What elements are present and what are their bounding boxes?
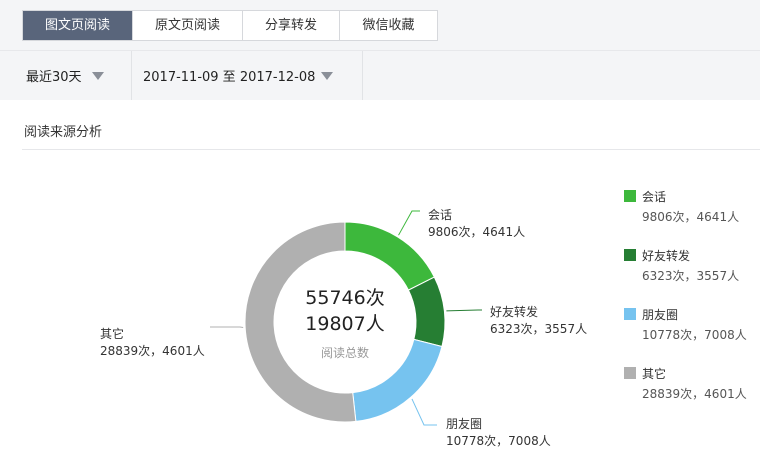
tabs-bar: 图文页阅读 原文页阅读 分享转发 微信收藏 — [0, 0, 760, 50]
legend-name: 朋友圈 — [642, 308, 679, 322]
chevron-down-icon — [91, 71, 104, 80]
legend-name: 会话 — [642, 190, 667, 204]
callout-name-4: 其它 — [100, 326, 124, 341]
chart-legend: 会话 9806次，4641人 好友转发 6323次，3557人 朋友圈 10778次，70… — [624, 186, 747, 422]
tab-article-page-read[interactable]: 图文页阅读 — [23, 11, 133, 40]
legend-swatch — [624, 190, 636, 202]
chevron-down-icon — [321, 71, 334, 80]
callout-name-1: 会话 — [428, 208, 452, 222]
callout-name-3: 朋友圈 — [446, 417, 482, 431]
callout-line-3 — [411, 398, 437, 426]
callout-name-2: 好友转发 — [490, 304, 538, 319]
legend-value: 9806次，4641人 — [642, 210, 740, 224]
legend-swatch — [624, 249, 636, 261]
legend-name: 好友转发 — [642, 249, 691, 263]
callout-value-2: 6323次，3557人 — [490, 322, 587, 336]
filter-bar: 最近30天 2017-11-09 至 2017-12-08 — [0, 50, 760, 100]
range-select[interactable]: 最近30天 — [26, 51, 104, 100]
legend-name: 其它 — [642, 367, 667, 381]
filter-divider — [362, 51, 363, 100]
legend-value: 10778次，7008人 — [642, 328, 747, 342]
date-range-select[interactable]: 2017-11-09 至 2017-12-08 — [143, 51, 334, 100]
callout-line-2 — [446, 309, 482, 312]
section-title: 阅读来源分析 — [24, 125, 103, 140]
legend-item-3[interactable]: 朋友圈 10778次，7008人 — [624, 304, 747, 363]
center-caption: 阅读总数 — [321, 345, 369, 360]
donut-slice-2[interactable] — [407, 276, 446, 348]
center-total-people: 19807人 — [305, 313, 384, 335]
callout-line-4 — [210, 326, 244, 329]
tab-original-page-read[interactable]: 原文页阅读 — [133, 11, 243, 40]
center-total-times: 55746次 — [305, 287, 384, 309]
legend-item-2[interactable]: 好友转发 6323次，3557人 — [624, 245, 747, 304]
range-select-label: 最近30天 — [26, 70, 82, 85]
callout-value-3: 10778次，7008人 — [446, 434, 551, 448]
donut-slice-1[interactable] — [344, 221, 436, 291]
legend-value: 28839次，4601人 — [642, 387, 747, 401]
tab-share-forward[interactable]: 分享转发 — [243, 11, 340, 40]
tab-wechat-favorites[interactable]: 微信收藏 — [340, 11, 437, 40]
callout-value-4: 28839次，4601人 — [100, 344, 205, 358]
callout-value-1: 9806次，4641人 — [428, 225, 525, 239]
legend-item-1[interactable]: 会话 9806次，4641人 — [624, 186, 747, 245]
date-range-label: 2017-11-09 至 2017-12-08 — [143, 70, 316, 85]
legend-swatch — [624, 308, 636, 320]
tab-group: 图文页阅读 原文页阅读 分享转发 微信收藏 — [22, 10, 438, 41]
filter-divider — [131, 51, 132, 100]
callout-line-1 — [398, 210, 420, 236]
legend-swatch — [624, 367, 636, 379]
legend-value: 6323次，3557人 — [642, 269, 740, 283]
legend-item-4[interactable]: 其它 28839次，4601人 — [624, 363, 747, 422]
